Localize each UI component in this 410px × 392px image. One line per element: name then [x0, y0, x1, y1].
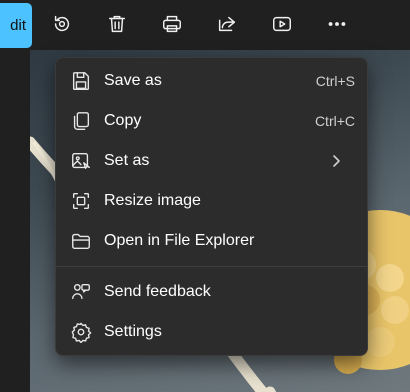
- menu-item-resize-image[interactable]: Resize image: [60, 183, 363, 219]
- menu-item-label: Open in File Explorer: [104, 232, 255, 249]
- menu-item-label: Send feedback: [104, 283, 211, 300]
- edit-button[interactable]: dit: [0, 3, 32, 48]
- menu-divider: [56, 266, 367, 267]
- slideshow-icon[interactable]: [269, 11, 295, 37]
- chevron-right-icon: [329, 154, 343, 168]
- menu-item-set-as[interactable]: Set as: [60, 143, 363, 179]
- rotate-icon[interactable]: [49, 11, 75, 37]
- menu-item-label: Copy: [104, 112, 142, 129]
- menu-item-save-as[interactable]: Save as Ctrl+S: [60, 63, 363, 99]
- menu-item-shortcut: Ctrl+C: [314, 113, 355, 129]
- menu-item-label: Resize image: [104, 192, 201, 209]
- context-menu: Save as Ctrl+S Copy Ctrl+C Set as Resize…: [55, 57, 368, 356]
- left-strip: [0, 50, 30, 392]
- feedback-icon: [70, 281, 92, 303]
- menu-item-open-in-file-explorer[interactable]: Open in File Explorer: [60, 223, 363, 259]
- resize-icon: [70, 190, 92, 212]
- menu-item-label: Save as: [104, 72, 162, 89]
- menu-item-send-feedback[interactable]: Send feedback: [60, 274, 363, 310]
- toolbar: dit: [0, 0, 410, 50]
- copy-icon: [70, 110, 92, 132]
- more-icon[interactable]: [324, 11, 350, 37]
- delete-icon[interactable]: [104, 11, 130, 37]
- print-icon[interactable]: [159, 11, 185, 37]
- menu-item-label: Set as: [104, 152, 150, 169]
- menu-item-shortcut: Ctrl+S: [315, 73, 355, 89]
- menu-item-settings[interactable]: Settings: [60, 314, 363, 350]
- save-icon: [70, 70, 92, 92]
- menu-item-label: Settings: [104, 323, 162, 340]
- set-as-icon: [70, 150, 92, 172]
- folder-icon: [70, 230, 92, 252]
- settings-icon: [70, 321, 92, 344]
- share-icon[interactable]: [214, 11, 240, 37]
- menu-item-copy[interactable]: Copy Ctrl+C: [60, 103, 363, 139]
